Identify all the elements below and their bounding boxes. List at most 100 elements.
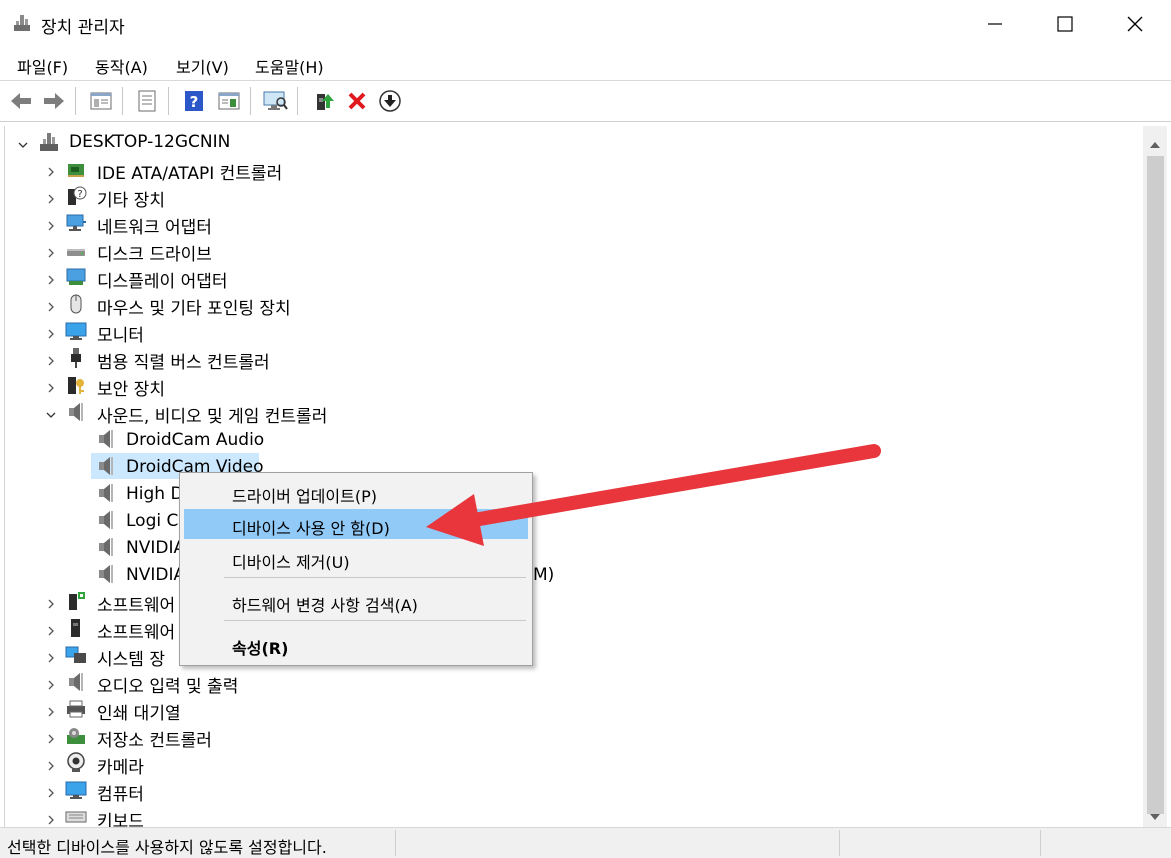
scroll-down-icon[interactable]: [1149, 806, 1161, 825]
scroll-up-icon[interactable]: [1149, 134, 1161, 153]
category-monitors[interactable]: 모니터: [97, 321, 144, 346]
device-droidcam-audio[interactable]: DroidCam Audio: [126, 430, 264, 450]
category-cameras[interactable]: 카메라: [97, 753, 144, 778]
root-computer-name[interactable]: DESKTOP-12GCNIN: [69, 132, 230, 152]
window-title: 장치 관리자: [41, 18, 125, 38]
category-computer[interactable]: 컴퓨터: [97, 780, 144, 805]
category-usb-controllers[interactable]: 범용 직렬 버스 컨트롤러: [97, 348, 270, 373]
expand-chevron[interactable]: [45, 757, 57, 776]
print-queue-icon: [65, 698, 87, 720]
disable-icon[interactable]: [377, 88, 403, 114]
device-nvidia-1[interactable]: NVIDIA: [126, 538, 185, 558]
menu-view[interactable]: 보기(V): [176, 54, 229, 78]
category-security-devices[interactable]: 보안 장치: [97, 375, 165, 400]
menu-bar: 파일(F) 동작(A) 보기(V) 도움말(H): [0, 48, 1171, 80]
expand-chevron[interactable]: [45, 811, 57, 827]
device-nvidia-2[interactable]: NVIDIA: [126, 565, 185, 585]
computer-root-icon: [38, 131, 60, 153]
menu-scan-hardware[interactable]: 하드웨어 변경 사항 검색(A): [184, 586, 528, 616]
category-system-devices[interactable]: 시스템 장: [97, 645, 165, 670]
audio-io-icon: [65, 671, 87, 693]
expand-chevron[interactable]: [45, 244, 57, 263]
expand-chevron[interactable]: [45, 649, 57, 668]
expand-chevron[interactable]: [45, 271, 57, 290]
other-device-icon: ?: [65, 185, 87, 207]
menu-file[interactable]: 파일(F): [17, 54, 68, 78]
context-menu: 드라이버 업데이트(P) 디바이스 사용 안 함(D) 디바이스 제거(U) 하…: [179, 472, 533, 666]
maximize-button[interactable]: [1037, 0, 1093, 48]
help-icon[interactable]: ?: [181, 88, 207, 114]
device-tree[interactable]: DESKTOP-12GCNIN IDE ATA/ATAPI 컨트롤러 ? 기타 …: [4, 126, 1144, 827]
root-expand-chevron[interactable]: [17, 136, 29, 155]
expand-chevron[interactable]: [45, 595, 57, 614]
expand-chevron[interactable]: [45, 703, 57, 722]
system-device-icon: [65, 644, 87, 666]
category-mice[interactable]: 마우스 및 기타 포인팅 장치: [97, 294, 291, 319]
keyboard-icon: [65, 806, 87, 827]
software-device-icon: [65, 617, 87, 639]
close-button[interactable]: [1107, 0, 1163, 48]
expand-chevron[interactable]: [45, 352, 57, 371]
menu-update-driver[interactable]: 드라이버 업데이트(P): [184, 477, 528, 507]
expand-chevron[interactable]: [45, 163, 57, 182]
expand-chevron[interactable]: [45, 379, 57, 398]
monitor-icon: [65, 320, 87, 342]
minimize-button[interactable]: [967, 0, 1023, 48]
category-other-devices[interactable]: 기타 장치: [97, 186, 165, 211]
speaker-icon: [95, 563, 117, 585]
menu-disable-device[interactable]: 디바이스 사용 안 함(D): [184, 509, 528, 539]
expand-chevron[interactable]: [45, 730, 57, 749]
update-driver-icon[interactable]: [311, 88, 337, 114]
category-software-components[interactable]: 소프트웨어: [97, 591, 175, 616]
speaker-icon: [95, 509, 117, 531]
category-disk-drives[interactable]: 디스크 드라이브: [97, 240, 212, 265]
category-storage-controllers[interactable]: 저장소 컨트롤러: [97, 726, 212, 751]
show-hide-tree-icon[interactable]: [88, 88, 114, 114]
category-audio-io[interactable]: 오디오 입력 및 출력: [97, 672, 238, 697]
menu-help[interactable]: 도움말(H): [255, 54, 324, 78]
expand-chevron[interactable]: [45, 784, 57, 803]
uninstall-icon[interactable]: [344, 88, 370, 114]
menu-action[interactable]: 동작(A): [95, 54, 148, 78]
expand-chevron[interactable]: [45, 217, 57, 236]
category-sound-video-game[interactable]: 사운드, 비디오 및 게임 컨트롤러: [97, 402, 327, 427]
usb-icon: [65, 347, 87, 369]
scroll-thumb[interactable]: [1147, 156, 1164, 814]
expand-chevron[interactable]: [45, 190, 57, 209]
device-nvidia-2-suffix: M): [533, 565, 555, 585]
device-logi[interactable]: Logi C: [126, 511, 178, 531]
collapse-chevron[interactable]: [45, 406, 57, 425]
category-network-adapters[interactable]: 네트워크 어댑터: [97, 213, 212, 238]
status-text: 선택한 디바이스를 사용하지 않도록 설정합니다.: [7, 838, 327, 857]
expand-chevron[interactable]: [45, 298, 57, 317]
forward-icon[interactable]: [41, 88, 67, 114]
device-high-definition[interactable]: High D: [126, 484, 184, 504]
storage-controller-icon: [65, 725, 87, 747]
menu-properties[interactable]: 속성(R): [184, 629, 528, 659]
category-print-queues[interactable]: 인쇄 대기열: [97, 699, 181, 724]
speaker-icon: [95, 455, 117, 477]
svg-text:?: ?: [77, 189, 82, 200]
disk-drive-icon: [65, 239, 87, 261]
speaker-icon: [65, 401, 87, 423]
expand-chevron[interactable]: [45, 325, 57, 344]
expand-chevron[interactable]: [45, 622, 57, 641]
toolbar: ?: [0, 80, 1171, 122]
category-keyboards[interactable]: 키보드: [97, 807, 144, 827]
properties-icon[interactable]: [134, 88, 160, 114]
ide-controller-icon: [65, 158, 87, 180]
category-software-devices[interactable]: 소프트웨어: [97, 618, 175, 643]
display-adapter-icon: [65, 266, 87, 288]
category-display-adapters[interactable]: 디스플레이 어댑터: [97, 267, 228, 292]
software-component-icon: [65, 590, 87, 612]
camera-icon: [65, 752, 87, 774]
expand-chevron[interactable]: [45, 676, 57, 695]
speaker-icon: [95, 536, 117, 558]
category-ide-ata[interactable]: IDE ATA/ATAPI 컨트롤러: [97, 159, 282, 184]
menu-uninstall-device[interactable]: 디바이스 제거(U): [184, 543, 528, 573]
back-icon[interactable]: [8, 88, 34, 114]
scan-hardware-icon[interactable]: [262, 88, 288, 114]
speaker-icon: [95, 428, 117, 450]
view-icon[interactable]: [216, 88, 242, 114]
vertical-scrollbar[interactable]: [1143, 126, 1167, 827]
